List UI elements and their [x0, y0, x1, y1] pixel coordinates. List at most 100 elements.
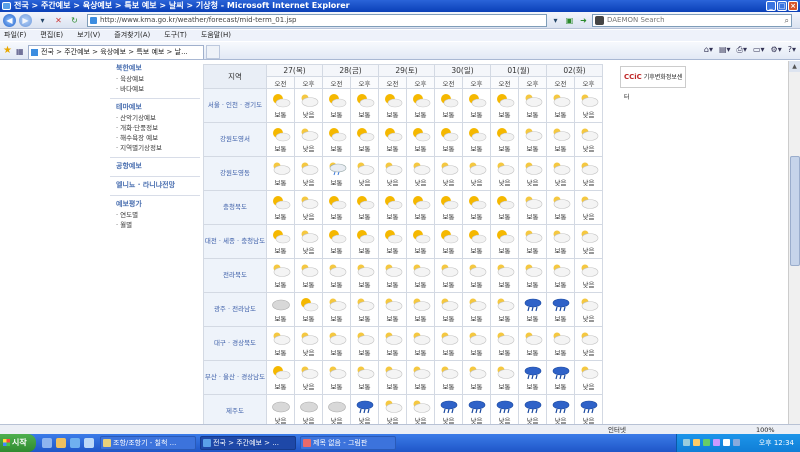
date-header: 02(화) — [546, 64, 603, 77]
taskbar-button-ie[interactable]: 전국 > 주간예보 > ... — [200, 436, 296, 450]
home-icon[interactable]: ⌂▾ — [704, 45, 713, 55]
reliability-label: 보통 — [498, 281, 511, 289]
reliability-label: 보통 — [414, 213, 427, 221]
reliability-label: 보통 — [526, 383, 539, 391]
sun-cloud-icon — [435, 229, 462, 244]
compat-view-icon[interactable]: ▣ — [563, 14, 576, 27]
reliability-label: 보통 — [526, 349, 539, 357]
history-dropdown-icon[interactable]: ▾ — [36, 14, 49, 27]
region-cell[interactable]: 충청북도 — [203, 190, 267, 225]
scroll-thumb[interactable] — [790, 156, 800, 266]
sidebar-item-land[interactable]: · 육상예보 — [110, 74, 200, 84]
new-tab-button[interactable] — [206, 45, 220, 59]
minimize-button[interactable]: _ — [766, 1, 776, 11]
menu-edit[interactable]: 편집(E) — [40, 30, 63, 41]
sidebar-item-mountain[interactable]: · 산악기상예보 — [110, 113, 200, 123]
address-input[interactable]: http://www.kma.go.kr/weather/forecast/mi… — [87, 14, 547, 27]
cloud-icon — [323, 263, 350, 278]
quicklaunch-media-icon[interactable] — [84, 438, 94, 448]
quicklaunch-desktop-icon[interactable] — [70, 438, 80, 448]
reliability-label: 낮음 — [302, 417, 315, 424]
forecast-cell: 보통 — [518, 258, 547, 293]
forecast-cell: 낮음 — [434, 394, 463, 424]
maximize-button[interactable]: □ — [777, 1, 787, 11]
address-dropdown-icon[interactable]: ▾ — [549, 14, 562, 27]
feeds-icon[interactable]: ▤▾ — [719, 45, 731, 55]
volume-icon[interactable] — [723, 439, 730, 446]
cloud-icon — [575, 229, 602, 244]
forecast-cell: 보통 — [294, 292, 323, 327]
rain-icon — [547, 399, 574, 414]
region-cell[interactable]: 대전 · 세종 · 충청남도 — [203, 224, 267, 259]
tray-icon[interactable] — [693, 439, 700, 446]
go-icon[interactable]: ➜ — [577, 14, 590, 27]
vertical-scrollbar[interactable]: ▲ — [788, 61, 800, 424]
sidebar-heading-elnino[interactable]: 엘니뇨 · 라니냐전망 — [110, 180, 200, 191]
tray-icon[interactable] — [703, 439, 710, 446]
region-cell[interactable]: 부산 · 울산 · 경상남도 — [203, 360, 267, 395]
help-icon[interactable]: ?▾ — [788, 45, 796, 55]
sidebar-item-bloom[interactable]: · 개화·단풍정보 — [110, 123, 200, 133]
forecast-cell: 보통 — [266, 122, 295, 157]
tray-icon[interactable] — [683, 439, 690, 446]
refresh-icon[interactable]: ↻ — [68, 14, 81, 27]
taskbar-button-folder[interactable]: 조항/조항기 - 칠척 ... — [100, 436, 196, 450]
sidebar-heading-evaluation[interactable]: 예보평가 — [110, 199, 200, 210]
tray-icon[interactable] — [713, 439, 720, 446]
menu-tools[interactable]: 도구(T) — [164, 30, 187, 41]
sun-cloud-icon — [351, 195, 378, 210]
page-content: 북한예보 · 육상예보 · 바다예보 테마예보 · 산악기상예보 · 개화·단풍… — [0, 61, 788, 424]
menu-help[interactable]: 도움말(H) — [201, 30, 231, 41]
menu-view[interactable]: 보기(V) — [77, 30, 100, 41]
sidebar-item-yearly[interactable]: · 연도별 — [110, 210, 200, 220]
print-icon[interactable]: ⎙▾ — [737, 45, 747, 55]
ccic-logo[interactable]: CCiC 기후변화정보센터 — [620, 66, 686, 101]
sidebar-heading-north-korea[interactable]: 북한예보 — [110, 63, 200, 74]
region-cell[interactable]: 제주도 — [203, 394, 267, 424]
reliability-label: 낮음 — [414, 417, 427, 424]
reliability-label: 보통 — [470, 315, 483, 323]
region-cell[interactable]: 전라북도 — [203, 258, 267, 293]
region-cell[interactable]: 강원도영서 — [203, 122, 267, 157]
region-cell[interactable]: 강원도영동 — [203, 156, 267, 191]
date-header: 30(일) — [434, 64, 491, 77]
scroll-up-icon[interactable]: ▲ — [789, 61, 800, 72]
network-icon[interactable] — [733, 439, 740, 446]
quick-tabs-icon[interactable]: ▦ — [16, 45, 26, 59]
ie-icon — [203, 439, 211, 447]
forward-icon[interactable]: ▶ — [19, 14, 32, 27]
search-input[interactable]: DAEMON Search ⌕ — [592, 14, 792, 27]
forecast-cell: 보통 — [322, 360, 351, 395]
forecast-cell: 보통 — [434, 360, 463, 395]
reliability-label: 보통 — [442, 247, 455, 255]
sidebar-item-regional[interactable]: · 지역별기상정보 — [110, 143, 200, 153]
forecast-cell: 보통 — [350, 326, 379, 361]
quicklaunch-ie-icon[interactable] — [42, 438, 52, 448]
region-cell[interactable]: 광주 · 전라남도 — [203, 292, 267, 327]
back-icon[interactable]: ◀ — [3, 14, 16, 27]
search-icon[interactable]: ⌕ — [785, 15, 789, 26]
page-menu-icon[interactable]: ▭▾ — [753, 45, 765, 55]
sidebar-heading-theme[interactable]: 테마예보 — [110, 102, 200, 113]
sidebar-item-monthly[interactable]: · 월별 — [110, 220, 200, 230]
region-cell[interactable]: 대구 · 경상북도 — [203, 326, 267, 361]
favorites-star-icon[interactable]: ★ — [3, 45, 12, 56]
cloud-icon — [295, 127, 322, 142]
sidebar-item-beach[interactable]: · 해수욕장 예보 — [110, 133, 200, 143]
close-button[interactable]: × — [788, 1, 798, 11]
reliability-label: 낮음 — [358, 179, 371, 187]
start-button[interactable]: 시작 — [0, 434, 36, 452]
sidebar-heading-airport[interactable]: 공항예보 — [110, 161, 200, 172]
forecast-cell: 낮음 — [378, 394, 407, 424]
taskbar-button-paint[interactable]: 제목 없음 - 그림판 — [300, 436, 396, 450]
tab-active[interactable]: 전국 > 주간예보 > 육상예보 > 특보 예보 > 날... — [28, 45, 204, 59]
quicklaunch-explorer-icon[interactable] — [56, 438, 66, 448]
menu-file[interactable]: 파일(F) — [4, 30, 26, 41]
sidebar-item-sea[interactable]: · 바다예보 — [110, 84, 200, 94]
region-cell[interactable]: 서울 · 인천 · 경기도 — [203, 88, 267, 123]
forecast-cell: 보통 — [546, 326, 575, 361]
tools-menu-icon[interactable]: ⚙▾ — [771, 45, 782, 55]
forecast-cell: 낮음 — [574, 190, 603, 225]
menu-favorites[interactable]: 즐겨찾기(A) — [114, 30, 150, 41]
stop-icon[interactable]: ✕ — [52, 14, 65, 27]
